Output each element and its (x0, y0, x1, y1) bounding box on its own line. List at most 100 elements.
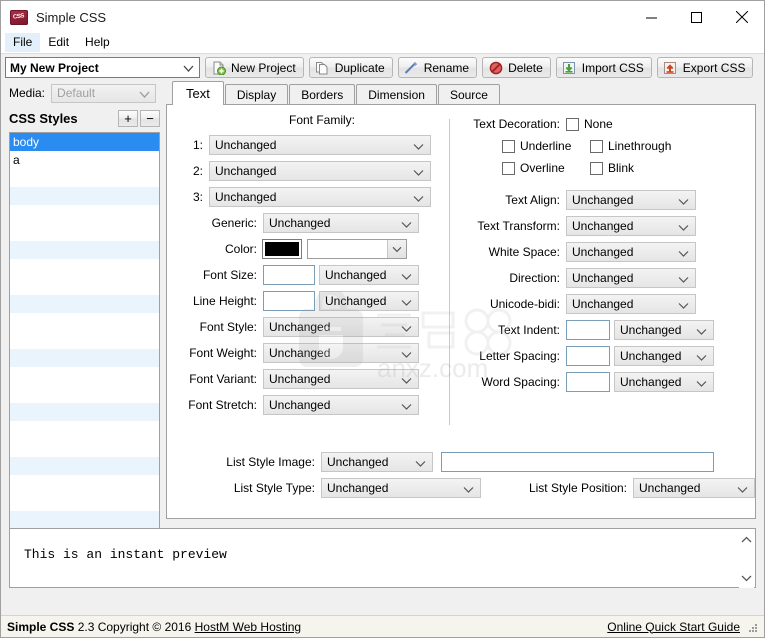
font-family-3-value: Unchanged (215, 190, 277, 204)
font-stretch-select[interactable]: Unchanged (263, 395, 419, 415)
checkbox-icon[interactable] (590, 161, 603, 175)
color-select[interactable] (307, 239, 407, 259)
list-filler (10, 493, 159, 511)
list-filler (10, 439, 159, 457)
list-style-image-label: List Style Image: (226, 455, 315, 469)
font-variant-select[interactable]: Unchanged (263, 369, 419, 389)
menu-help[interactable]: Help (77, 33, 118, 52)
new-project-button[interactable]: New Project (205, 57, 304, 78)
vendor-link[interactable]: HostM Web Hosting (195, 620, 301, 634)
chevron-down-icon (696, 377, 707, 391)
quick-start-guide-link[interactable]: Online Quick Start Guide (607, 620, 740, 634)
maximize-icon[interactable] (674, 1, 719, 33)
font-weight-select[interactable]: Unchanged (263, 343, 419, 363)
generic-label: Generic: (211, 216, 257, 230)
tab-text[interactable]: Text (172, 81, 224, 105)
list-filler (10, 385, 159, 403)
list-filler (10, 475, 159, 493)
list-style-image-select[interactable]: Unchanged (321, 452, 433, 472)
font-family-2-value: Unchanged (215, 164, 277, 178)
import-css-button[interactable]: Import CSS (555, 57, 652, 78)
duplicate-icon (315, 60, 330, 75)
checkbox-icon[interactable] (502, 139, 515, 153)
close-icon[interactable] (719, 1, 764, 33)
white-space-row: White Space: Unchanged (456, 239, 755, 265)
text-transform-select[interactable]: Unchanged (566, 216, 696, 236)
line-height-input[interactable] (263, 291, 315, 311)
chevron-down-icon (139, 88, 150, 102)
resize-grip-icon[interactable] (746, 621, 758, 633)
text-indent-input[interactable] (566, 320, 610, 340)
project-selector[interactable]: My New Project (5, 57, 200, 78)
color-swatch[interactable] (263, 240, 301, 258)
list-style-position-select[interactable]: Unchanged (633, 478, 755, 498)
scroll-down-icon[interactable] (741, 571, 752, 585)
word-spacing-unit-select[interactable]: Unchanged (614, 372, 714, 392)
rename-button[interactable]: Rename (397, 57, 478, 78)
text-align-label: Text Align: (505, 193, 560, 207)
font-style-select[interactable]: Unchanged (263, 317, 419, 337)
direction-row: Direction: Unchanged (456, 265, 755, 291)
list-style-type-select[interactable]: Unchanged (321, 478, 481, 498)
text-align-select[interactable]: Unchanged (566, 190, 696, 210)
new-project-label: New Project (231, 60, 296, 75)
css-styles-list[interactable]: body a (9, 132, 160, 530)
text-align-value: Unchanged (572, 193, 634, 207)
list-filler (10, 295, 159, 313)
menu-edit[interactable]: Edit (40, 33, 77, 52)
duplicate-button[interactable]: Duplicate (308, 57, 393, 78)
add-style-button[interactable]: + (118, 109, 138, 127)
letter-spacing-unit-select[interactable]: Unchanged (614, 346, 714, 366)
font-stretch-value: Unchanged (269, 398, 331, 412)
text-indent-unit-select[interactable]: Unchanged (614, 320, 714, 340)
checkbox-underline[interactable]: Underline (502, 139, 590, 153)
line-height-unit-select[interactable]: Unchanged (319, 291, 419, 311)
font-size-input[interactable] (263, 265, 315, 285)
checkbox-linethrough[interactable]: Linethrough (590, 139, 671, 153)
list-filler (10, 313, 159, 331)
tab-display[interactable]: Display (224, 84, 289, 105)
white-space-select[interactable]: Unchanged (566, 242, 696, 262)
tab-borders[interactable]: Borders (289, 84, 356, 105)
chevron-down-icon (413, 166, 424, 180)
menu-file[interactable]: File (5, 33, 41, 52)
checkbox-none[interactable]: None (566, 117, 613, 131)
font-family-1-select[interactable]: Unchanged (209, 135, 431, 155)
list-filler (10, 421, 159, 439)
checkbox-icon[interactable] (502, 161, 515, 175)
export-css-button[interactable]: Export CSS (656, 57, 754, 78)
checkbox-overline[interactable]: Overline (502, 161, 590, 175)
list-item[interactable]: body (10, 133, 159, 151)
media-selector[interactable]: Default (51, 83, 157, 103)
media-row: Media: Default (9, 81, 160, 105)
font-size-unit-select[interactable]: Unchanged (319, 265, 419, 285)
list-item[interactable]: a (10, 151, 159, 169)
panel-divider (449, 119, 450, 425)
checkbox-icon[interactable] (566, 117, 579, 131)
minimize-icon[interactable] (629, 1, 674, 33)
checkbox-icon[interactable] (590, 139, 603, 153)
text-indent-label: Text Indent: (497, 323, 560, 337)
checkbox-blink[interactable]: Blink (590, 161, 634, 175)
direction-select[interactable]: Unchanged (566, 268, 696, 288)
word-spacing-input[interactable] (566, 372, 610, 392)
checkbox-linethrough-label: Linethrough (608, 139, 672, 153)
text-decoration-label: Text Decoration: (473, 117, 560, 131)
generic-select[interactable]: Unchanged (263, 213, 419, 233)
tab-dimension[interactable]: Dimension (356, 84, 437, 105)
rename-label: Rename (423, 60, 470, 75)
remove-style-button[interactable]: − (140, 109, 160, 127)
preview-scrollbar[interactable] (739, 530, 754, 588)
scroll-up-icon[interactable] (741, 533, 752, 547)
status-app-name: Simple CSS (7, 619, 75, 634)
list-filler (10, 205, 159, 223)
rename-pencil-icon (404, 60, 419, 75)
list-style-image-url-input[interactable] (441, 452, 714, 472)
unicode-bidi-select[interactable]: Unchanged (566, 294, 696, 314)
font-family-2-select[interactable]: Unchanged (209, 161, 431, 181)
tab-source[interactable]: Source (437, 84, 500, 105)
chevron-down-icon (413, 140, 424, 154)
font-family-3-select[interactable]: Unchanged (209, 187, 431, 207)
letter-spacing-input[interactable] (566, 346, 610, 366)
delete-button[interactable]: Delete (482, 57, 551, 78)
